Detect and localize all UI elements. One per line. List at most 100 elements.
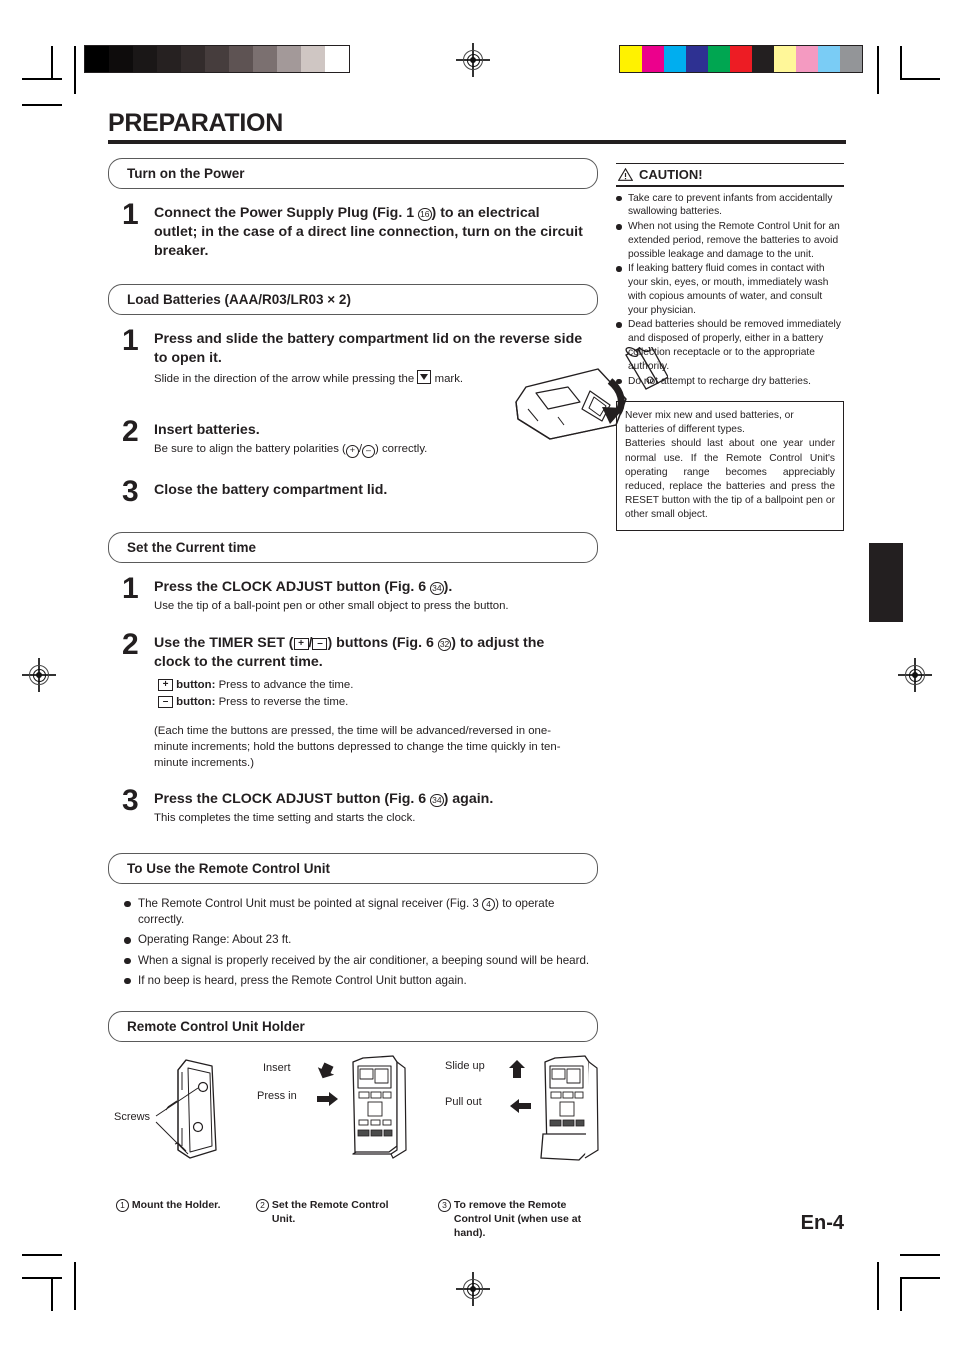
step-text: Connect the Power Supply Plug (Fig. 1 16… [154, 204, 584, 261]
plus-button-icon: + [158, 678, 173, 691]
step-text: Press the CLOCK ADJUST button (Fig. 6 34… [154, 578, 598, 597]
slide-up-arrow-icon [509, 1060, 525, 1079]
holder-caption-1: 1 Mount the Holder. [116, 1198, 246, 1213]
figure-reference-badge: 34 [430, 794, 444, 808]
step-text-part-b: ). [443, 579, 453, 596]
minus-button-icon: – [158, 695, 173, 708]
step-number: 1 [122, 197, 139, 231]
bullet-text-part-a: The Remote Control Unit must be pointed … [138, 896, 483, 910]
gray-swatch-10 [325, 46, 349, 72]
holder-caption-2: 2 Set the Remote Control Unit. [256, 1198, 416, 1226]
holder-figures-row: Screws Insert Press in Slide up Pull out [108, 1054, 599, 1204]
section-heading-load-batteries: Load Batteries (AAA/R03/LR03 × 2) [108, 284, 598, 316]
step-text-part-a: Press the CLOCK ADJUST button (Fig. 6 [154, 579, 431, 596]
gray-swatch-6 [229, 46, 253, 72]
chapter-thumb-tab [869, 543, 903, 622]
color-swatch-8 [796, 46, 818, 72]
gray-swatch-9 [301, 46, 325, 72]
step-number: 1 [122, 572, 139, 606]
main-content-column: PREPARATION Turn on the Power 1 Connect … [108, 109, 846, 1258]
plus-button-text: Press to advance the time. [218, 678, 354, 691]
gray-swatch-3 [157, 46, 181, 72]
step-text: Press the CLOCK ADJUST button (Fig. 6 34… [154, 790, 598, 809]
gray-swatch-8 [277, 46, 301, 72]
gray-swatch-5 [205, 46, 229, 72]
list-item: Do not attempt to recharge dry batteries… [616, 375, 844, 389]
list-item: When not using the Remote Control Unit f… [616, 220, 844, 261]
step-number: 3 [122, 784, 139, 818]
list-item: If no beep is heard, press the Remote Co… [122, 973, 596, 989]
down-triangle-mark-icon [417, 370, 432, 385]
holder-caption-3: 3 To remove the Remote Control Unit (whe… [438, 1198, 613, 1241]
holder-figure-3-label-slide-up: Slide up [445, 1060, 485, 1073]
step-battery-3: 3 Close the battery compartment lid. [108, 476, 598, 507]
step-subtext-part-b: ) correctly. [375, 442, 428, 455]
caution-bullet-list: Take care to prevent infants from accide… [616, 192, 844, 389]
plus-button-label: button: [176, 678, 216, 691]
step-text: Use the TIMER SET (+ / –) buttons (Fig. 6 … [154, 634, 584, 672]
clock-increments-note: (Each time the buttons are pressed, the … [154, 724, 561, 770]
step-clock-2: 2 Use the TIMER SET (+ / –) buttons (Fig. … [108, 627, 598, 711]
caption-text: Set the Remote Control Unit. [271, 1199, 389, 1226]
step-text-part-a: Use the TIMER SET ( [154, 634, 294, 651]
battery-note-box: Never mix new and used batteries, or bat… [616, 401, 844, 531]
figure-reference-badge: 32 [437, 637, 452, 651]
gray-swatch-1 [109, 46, 133, 72]
registration-mark-left-middle [22, 658, 56, 692]
gray-swatch-7 [253, 46, 277, 72]
figure-number-badge: 2 [256, 1199, 269, 1213]
plus-polarity-icon: + [345, 444, 359, 458]
note-paragraph-1: Never mix new and used batteries, or bat… [625, 410, 794, 436]
figure-reference-badge: 4 [482, 897, 496, 911]
caution-title-text: CAUTION! [639, 167, 703, 183]
list-item: Operating Range: About 23 ft. [122, 932, 596, 948]
figure-reference-badge: 34 [430, 582, 444, 596]
color-swatch-1 [642, 46, 664, 72]
note-paragraph-2: Batteries should last about one year und… [625, 438, 835, 520]
holder-captions-row: 1 Mount the Holder. 2 Set the Remote Con… [108, 1198, 598, 1258]
holder-figure-3: Slide up Pull out [445, 1054, 615, 1164]
minus-button-icon: – [312, 637, 328, 650]
color-calibration-bar [619, 45, 863, 73]
color-swatch-0 [620, 46, 642, 72]
step-number: 2 [122, 627, 139, 661]
insert-arrow-icon [317, 1062, 335, 1079]
color-swatch-6 [752, 46, 774, 72]
color-swatch-7 [774, 46, 796, 72]
holder-figure-2-label-insert: Insert [263, 1062, 291, 1075]
caution-rule-bottom [616, 185, 844, 187]
step-number: 2 [122, 414, 139, 448]
step-subtext-part-b: mark. [434, 373, 464, 386]
plus-button-description: + button: Press to advance the time. [158, 677, 598, 694]
step-subtext-part-a: Be sure to align the battery polarities … [154, 442, 346, 455]
gray-swatch-2 [133, 46, 157, 72]
plus-button-icon: + [293, 637, 309, 650]
step-text-part-b: ) again. [443, 791, 494, 808]
step-text-part-a: Connect the Power Supply Plug (Fig. 1 [154, 204, 419, 221]
step-subtext-part-a: Slide in the direction of the arrow whil… [154, 373, 415, 386]
holder-figure-2: Insert Press in [257, 1054, 423, 1164]
holder-figure-1: Screws [114, 1054, 251, 1164]
minus-button-text: Press to reverse the time. [218, 695, 349, 708]
section-heading-set-current-time: Set the Current time [108, 532, 598, 564]
minus-button-description: – button: Press to reverse the time. [158, 694, 598, 711]
step-power-1: 1 Connect the Power Supply Plug (Fig. 1 … [108, 197, 598, 261]
list-item: If leaking battery fluid comes in contac… [616, 262, 844, 317]
section-heading-turn-on-power: Turn on the Power [108, 157, 598, 189]
step-clock-1: 1 Press the CLOCK ADJUST button (Fig. 6 … [108, 572, 598, 615]
step-text-part-b: ) buttons (Fig. 6 [327, 634, 438, 651]
list-item: Take care to prevent infants from accide… [616, 192, 844, 220]
caution-heading: CAUTION! [616, 164, 844, 185]
holder-figure-3-label-pull-out: Pull out [445, 1096, 482, 1109]
minus-button-label: button: [176, 695, 216, 708]
page-title: PREPARATION [108, 109, 283, 137]
color-swatch-5 [730, 46, 752, 72]
warning-triangle-icon [618, 168, 633, 182]
step-text-part-a: Press the CLOCK ADJUST button (Fig. 6 [154, 791, 431, 808]
gray-swatch-4 [181, 46, 205, 72]
registration-mark-bottom-center [456, 1272, 490, 1306]
holder-figure-2-label-press-in: Press in [257, 1090, 297, 1103]
step-clock-3: 3 Press the CLOCK ADJUST button (Fig. 6 … [108, 784, 598, 827]
step-subtext: Use the tip of a ball-point pen or other… [154, 600, 509, 613]
section-heading-to-use-remote: To Use the Remote Control Unit [108, 852, 598, 884]
